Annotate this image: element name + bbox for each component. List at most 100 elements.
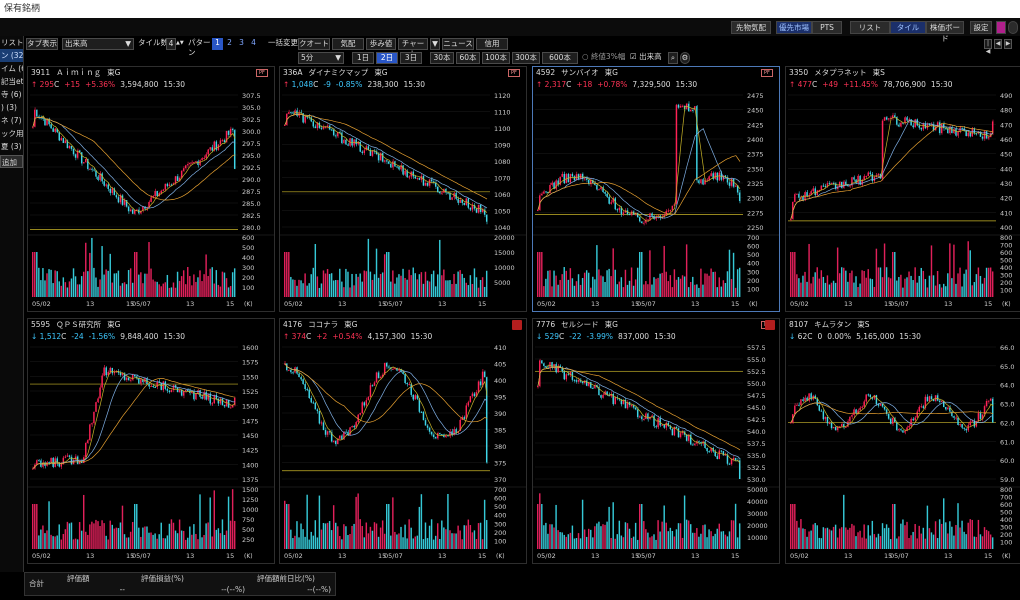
period-60-button[interactable]: 60本 [456, 52, 480, 64]
news-view-button[interactable]: ニュース [442, 38, 474, 50]
period-100-button[interactable]: 100本 [482, 52, 510, 64]
period-3d-button[interactable]: 3日 [400, 52, 422, 64]
stock-board-button[interactable]: 株価ボード [926, 21, 964, 43]
chart-tile[interactable]: 8107 キムラタン 東S ↓ 62C 0 0.00% 5,165,000 15:30 66.0… [785, 318, 1020, 564]
chart-tile[interactable]: 5595 ＱＰＳ研究所 東G ↓ 1,512C -24 -1.56% 9,848,400 15… [27, 318, 275, 564]
period-1d-button[interactable]: 1日 [352, 52, 374, 64]
moving-average-line [32, 377, 236, 469]
volume-bar [424, 522, 427, 549]
volume-checkbox[interactable]: ☑ 出来高 [630, 52, 672, 64]
moving-average-line [537, 155, 741, 215]
chart-settings-icon[interactable]: ⚙ [680, 52, 690, 64]
sidebar-item-8[interactable]: 夏 (3) [0, 140, 23, 153]
volume-bar [847, 529, 849, 549]
preferred-market-button[interactable]: 優先市場 [776, 21, 812, 34]
price-chart[interactable]: 4104054003953903853803753707006005004003… [280, 343, 527, 564]
volume-bar [134, 252, 136, 297]
period-30-button[interactable]: 30本 [430, 52, 454, 64]
quote-view-button[interactable]: クオート [298, 38, 330, 50]
candle [469, 396, 472, 403]
tick-history-view-button[interactable]: 歩み値 [366, 38, 396, 50]
sidebar-item-3[interactable]: 記当etf [0, 75, 23, 88]
edit-icon[interactable] [996, 21, 1006, 34]
volume-bar [904, 278, 906, 297]
volume-bar [598, 521, 600, 549]
chart-dropdown-button[interactable]: ▼ [430, 38, 440, 50]
volume-bar [614, 269, 616, 297]
margin-view-button[interactable]: 信用 [476, 38, 508, 50]
volume-bar [628, 528, 631, 549]
close-3pct-checkbox[interactable]: ○ 終値3%幅 [582, 52, 634, 64]
interval-select[interactable]: 5分 ▼ [298, 52, 344, 64]
volume-bar [461, 273, 463, 297]
tile-count-input[interactable]: 4 [166, 38, 176, 50]
alert-icon[interactable] [512, 320, 522, 330]
volume-bar [160, 522, 162, 549]
sidebar-item-5[interactable]: ) (3) [0, 101, 23, 114]
price-axis-tick: 547.5 [747, 392, 766, 400]
sidebar-item-list[interactable]: リスト [0, 36, 23, 49]
nav-first-icon[interactable]: |◀ [984, 39, 992, 55]
volume-bar [381, 272, 384, 297]
sidebar-item-2[interactable]: イム (6) [0, 62, 23, 75]
sidebar-item-4[interactable]: 寺 (6) [0, 88, 23, 101]
pattern-3-button[interactable]: 3 [236, 38, 247, 50]
volume-bar [541, 504, 543, 549]
order-book-view-button[interactable]: 気配 [332, 38, 364, 50]
volume-bar [441, 275, 443, 297]
volume-bar [288, 252, 290, 297]
volume-bar [863, 524, 865, 549]
chart-tile[interactable]: 7776セルシード東GPF↓ 529C-22-3.99%837,00015:30… [532, 318, 780, 564]
chart-tile[interactable]: 4176 ココナラ 東G ↑ 374C +2 +0.54% 4,157,300 15:30 41… [279, 318, 527, 564]
chart-tile[interactable]: 3911 Ａｉｍｉｎｇ 東G PF ↑ 295C +15 +5.36% 3,594,800 15… [27, 66, 275, 312]
period-2d-button[interactable]: 2日 [376, 52, 398, 64]
price-chart[interactable]: 1600157515501525150014751450142514001375… [28, 343, 275, 564]
volume-select[interactable]: 出来高 ▼ [62, 38, 134, 50]
volume-bar [306, 285, 308, 297]
pattern-4-button[interactable]: 4 [248, 38, 259, 50]
alert-icon[interactable] [765, 320, 775, 330]
candle [991, 398, 994, 423]
chart-tile[interactable]: 4592 サンバイオ 東G PF ↑ 2,317C +18 +0.78% 7,329,500 1… [532, 66, 780, 312]
chart-tile[interactable]: 3350 メタプラネット 東S ↑ 477C +49 +11.45% 78,706,900 1… [785, 66, 1020, 312]
chart-tile[interactable]: 336A ダイナミクマップ 東G PF ↑ 1,048C -9 -0.85% 238,300 1… [279, 66, 527, 312]
candle [58, 463, 60, 467]
futures-quote-button[interactable]: 先物気配 [731, 21, 771, 34]
volume-bar [624, 269, 627, 297]
candle [902, 430, 904, 433]
price-chart[interactable]: 66.065.064.063.062.061.060.059.080070060… [786, 343, 1020, 564]
price-chart[interactable]: 1120111011001090108010701060105010402000… [280, 91, 527, 312]
add-list-button[interactable]: 追加 [0, 155, 23, 168]
candle [975, 133, 978, 135]
chart-view-button[interactable]: チャート [398, 38, 428, 58]
price-chart[interactable]: 557.5555.0552.5550.0547.5545.0542.5540.0… [533, 343, 780, 564]
candle [111, 367, 113, 374]
price-chart[interactable]: 4904804704604504404304204104008007006005… [786, 91, 1020, 312]
zoom-icon[interactable]: ⌕ [668, 52, 678, 64]
settings-button[interactable]: 設定 [970, 21, 992, 34]
period-600-button[interactable]: 600本 [542, 52, 578, 64]
volume-bar [477, 287, 480, 297]
price-chart[interactable]: 307.5305.0302.5300.0297.5295.0292.5290.0… [28, 91, 275, 312]
tab-display-button[interactable]: タブ表示 [26, 38, 58, 50]
candle [922, 123, 925, 130]
pattern-1-button[interactable]: 1 [212, 38, 223, 50]
tile-view-button[interactable]: タイル [890, 21, 926, 34]
sidebar-item-main[interactable]: ン (32) [0, 49, 23, 62]
volume-bar [201, 537, 203, 549]
volume-bar [46, 273, 48, 297]
pattern-2-button[interactable]: 2 [224, 38, 235, 50]
price-chart[interactable]: 2475245024252400237523502325230022752250… [533, 91, 780, 312]
stepper-icon[interactable]: ▲▼ [176, 38, 184, 50]
pts-button[interactable]: PTS [812, 21, 842, 34]
period-300-button[interactable]: 300本 [512, 52, 540, 64]
volume-bar [947, 273, 949, 297]
volume-bar [653, 534, 655, 549]
list-view-button[interactable]: リスト [850, 21, 890, 34]
sidebar-item-7[interactable]: ック用 ( [0, 127, 23, 140]
sidebar-item-6[interactable]: ネ (7) [0, 114, 23, 127]
candle [215, 395, 218, 399]
gear-icon[interactable] [1008, 21, 1018, 34]
nav-next-icon[interactable]: ▶ [1004, 39, 1012, 49]
nav-prev-icon[interactable]: ◀ [994, 39, 1002, 49]
